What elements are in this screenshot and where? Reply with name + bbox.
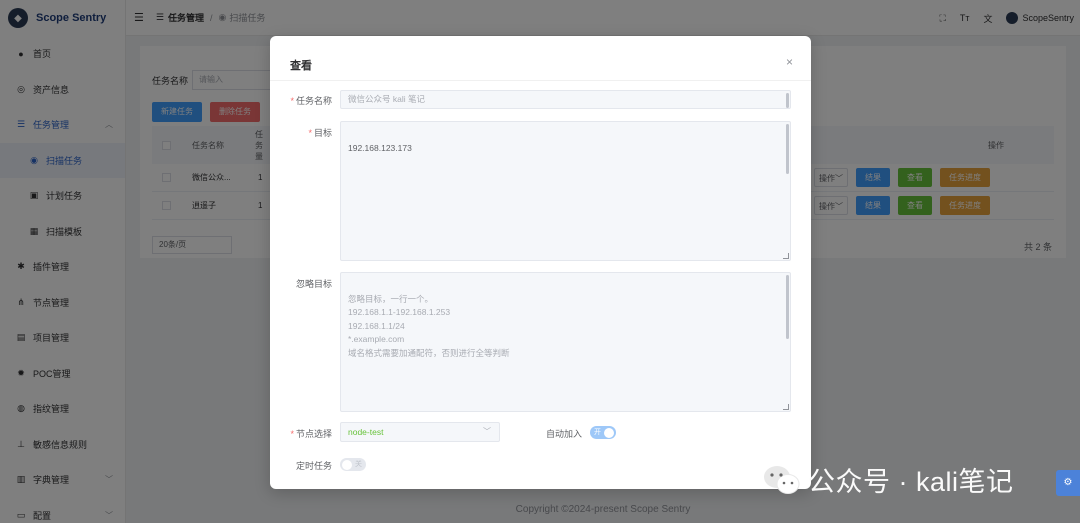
node-select[interactable]: node-test ﹀ (340, 422, 500, 442)
watermark-text: 公众号 · kali笔记 (808, 467, 1014, 497)
resize-handle-icon[interactable] (783, 253, 789, 259)
switch-on-text: 开 (594, 429, 601, 436)
task-name-label: * 任务名称 (270, 94, 332, 107)
ignore-target-placeholder: 忽略目标，一行一个。 192.168.1.1-192.168.1.253 192… (348, 293, 510, 358)
node-select-label-text: 节点选择 (295, 429, 332, 439)
scrollbar[interactable] (786, 124, 789, 174)
close-icon[interactable]: × (786, 55, 793, 69)
target-label: * 目标 (270, 126, 332, 139)
ignore-target-label: 忽略目标 (295, 279, 332, 289)
auto-join-label: 自动加入 (545, 429, 582, 439)
switch-knob (604, 427, 614, 438)
dialog-title: 查看 (290, 60, 312, 72)
switch-off-text: 关 (355, 461, 362, 468)
required-mark: * (290, 96, 294, 106)
auto-join-switch[interactable]: 开 (590, 426, 616, 439)
scheduled-task-label: 定时任务 (295, 461, 332, 471)
resize-handle-icon[interactable] (783, 404, 789, 410)
dialog-divider (270, 80, 811, 81)
scheduled-task-switch[interactable]: 关 (340, 458, 366, 471)
required-mark: * (290, 429, 294, 439)
scrollbar[interactable] (786, 275, 789, 339)
chevron-down-icon: ﹀ (483, 427, 491, 436)
target-textarea[interactable]: 192.168.123.173 (340, 121, 791, 261)
task-name-label-text: 任务名称 (295, 96, 332, 106)
target-label-text: 目标 (313, 128, 332, 138)
node-select-value: node-test (348, 427, 384, 437)
ignore-target-textarea[interactable]: 忽略目标，一行一个。 192.168.1.1-192.168.1.253 192… (340, 272, 791, 412)
scrollbar[interactable] (786, 93, 789, 108)
view-task-dialog: 查看 × * 任务名称 微信公众号 kali 笔记 * 目标 192.168.123… (270, 36, 811, 489)
task-name-input[interactable]: 微信公众号 kali 笔记 (340, 90, 791, 109)
switch-knob (342, 459, 352, 470)
task-name-value: 微信公众号 kali 笔记 (348, 94, 425, 104)
watermark: 公众号 · kali笔记 (762, 460, 1014, 499)
required-mark: * (308, 128, 312, 138)
settings-float-button[interactable]: ⚙ (1056, 470, 1080, 496)
node-select-label: * 节点选择 (270, 427, 332, 440)
target-value: 192.168.123.173 (348, 142, 412, 153)
wechat-icon (762, 462, 802, 498)
